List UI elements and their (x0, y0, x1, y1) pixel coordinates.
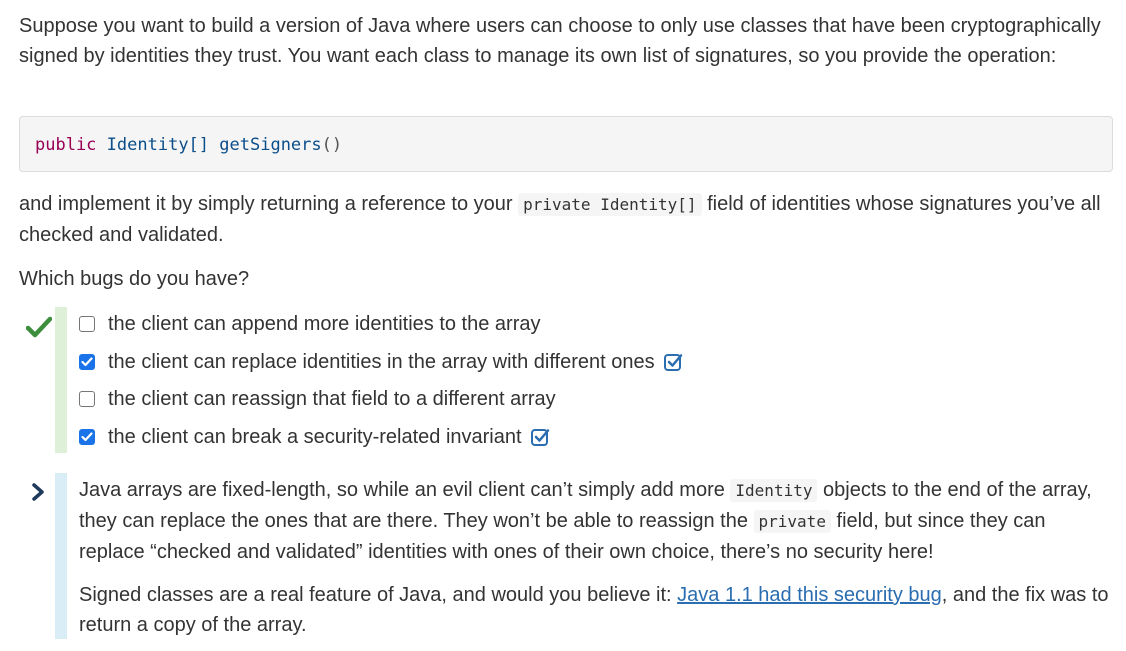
option-reassign[interactable]: the client can reassign that field to a … (79, 385, 556, 413)
java-bug-link[interactable]: Java 1.1 had this security bug (677, 584, 942, 606)
expl-inline-code-private: private (753, 510, 831, 533)
question-followup: and implement it by simply returning a r… (19, 189, 1109, 250)
green-checkmark-icon (26, 316, 52, 338)
question-intro: Suppose you want to build a version of J… (19, 15, 1101, 67)
check-icon (81, 357, 93, 367)
option-label: the client can replace identities in the… (108, 351, 655, 373)
option-label: the client can reassign that field to a … (108, 388, 556, 410)
followup-inline-code: private Identity[] (518, 193, 702, 216)
option-replace[interactable]: the client can replace identities in the… (79, 348, 683, 376)
correct-answer-icon (663, 354, 682, 371)
code-method: getSigners (219, 135, 322, 155)
checkbox[interactable] (79, 316, 95, 332)
correct-answer-icon (530, 429, 549, 446)
expl-text-a: Java arrays are fixed-length, so while a… (79, 479, 731, 501)
option-append[interactable]: the client can append more identities to… (79, 310, 540, 338)
option-label: the client can break a security-related … (108, 426, 522, 448)
code-keyword: public (35, 135, 97, 155)
question-prompt: Which bugs do you have? (19, 268, 250, 290)
followup-text-1: and implement it by simply returning a r… (19, 193, 519, 215)
expl-inline-code-identity: Identity (730, 479, 818, 502)
check-icon (81, 432, 93, 442)
correct-answer-bar (55, 307, 67, 453)
explanation-bar (55, 473, 67, 639)
option-invariant[interactable]: the client can break a security-related … (79, 423, 550, 451)
checkbox-checked[interactable] (79, 354, 95, 370)
code-parens: () (321, 135, 343, 155)
code-block: public Identity[] getSigners() (19, 116, 1113, 172)
explanation-paragraph-2: Signed classes are a real feature of Jav… (79, 580, 1109, 640)
expl2-text-a: Signed classes are a real feature of Jav… (79, 584, 678, 606)
explanation-paragraph-1: Java arrays are fixed-length, so while a… (79, 475, 1109, 567)
option-label: the client can append more identities to… (108, 313, 541, 335)
checkbox[interactable] (79, 391, 95, 407)
code-type: Identity[] (106, 135, 210, 155)
checkbox-checked[interactable] (79, 429, 95, 445)
chevron-right-icon[interactable] (29, 482, 49, 502)
